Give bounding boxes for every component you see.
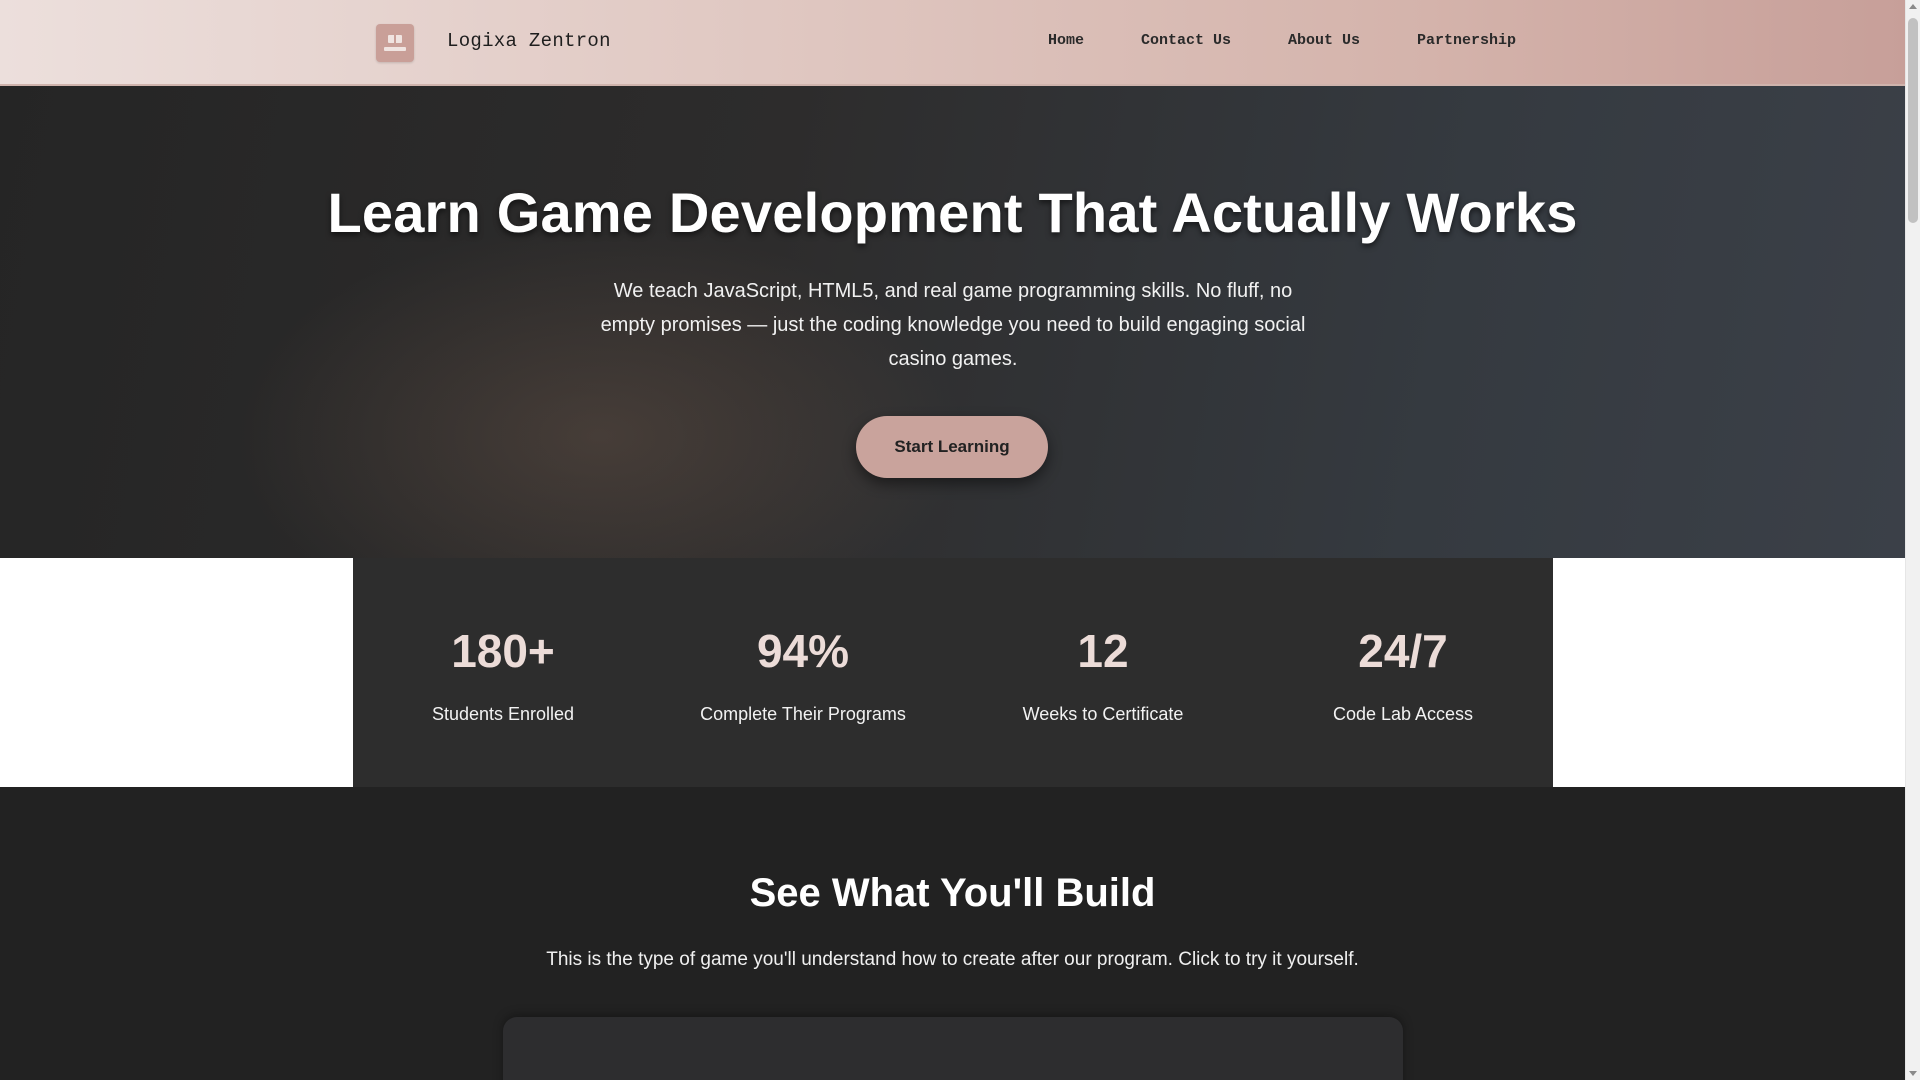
vertical-scrollbar[interactable] — [1905, 0, 1920, 1080]
start-learning-button[interactable]: Start Learning — [856, 416, 1048, 478]
site-header: Logixa Zentron Home Contact Us About Us … — [0, 0, 1905, 86]
hero-title: Learn Game Development That Actually Wor… — [327, 181, 1578, 244]
game-demo-frame[interactable] — [503, 1017, 1403, 1080]
stat-completion-rate: 94% Complete Their Programs — [653, 558, 953, 787]
scrollbar-thumb[interactable] — [1908, 18, 1918, 223]
build-subtitle: This is the type of game you'll understa… — [546, 949, 1359, 970]
stat-weeks-to-certificate: 12 Weeks to Certificate — [953, 558, 1253, 787]
nav-partnership[interactable]: Partnership — [1417, 32, 1516, 52]
stat-code-lab-access: 24/7 Code Lab Access — [1253, 558, 1553, 787]
stat-label: Complete Their Programs — [700, 704, 906, 724]
hero-section: Learn Game Development That Actually Wor… — [0, 86, 1905, 558]
page-content: Logixa Zentron Home Contact Us About Us … — [0, 0, 1905, 1080]
stat-label: Weeks to Certificate — [1022, 704, 1184, 724]
stat-label: Code Lab Access — [1332, 704, 1474, 724]
scroll-down-arrow-icon[interactable] — [1909, 1071, 1917, 1076]
page: Logixa Zentron Home Contact Us About Us … — [0, 0, 1920, 1080]
stat-value: 180+ — [451, 625, 555, 677]
nav-about-us[interactable]: About Us — [1288, 32, 1360, 52]
logo-mark-top — [388, 35, 402, 43]
stats-panel: 180+ Students Enrolled 94% Complete Thei… — [353, 558, 1553, 787]
logo-mark-bottom — [384, 47, 406, 51]
stat-value: 12 — [1077, 625, 1129, 677]
stat-label: Students Enrolled — [431, 704, 575, 724]
build-section: See What You'll Build This is the type o… — [0, 787, 1905, 1080]
stat-students-enrolled: 180+ Students Enrolled — [353, 558, 653, 787]
nav-home[interactable]: Home — [1048, 32, 1084, 52]
stat-value: 24/7 — [1358, 625, 1448, 677]
brand-name[interactable]: Logixa Zentron — [447, 30, 611, 52]
stat-value: 94% — [756, 625, 850, 677]
build-title: See What You'll Build — [749, 871, 1156, 915]
hero-subtitle: We teach JavaScript, HTML5, and real gam… — [600, 280, 1306, 370]
stats-section: 180+ Students Enrolled 94% Complete Thei… — [0, 558, 1905, 787]
logo-icon[interactable] — [376, 24, 414, 62]
nav-contact-us[interactable]: Contact Us — [1141, 32, 1231, 52]
scroll-up-arrow-icon[interactable] — [1909, 4, 1917, 9]
